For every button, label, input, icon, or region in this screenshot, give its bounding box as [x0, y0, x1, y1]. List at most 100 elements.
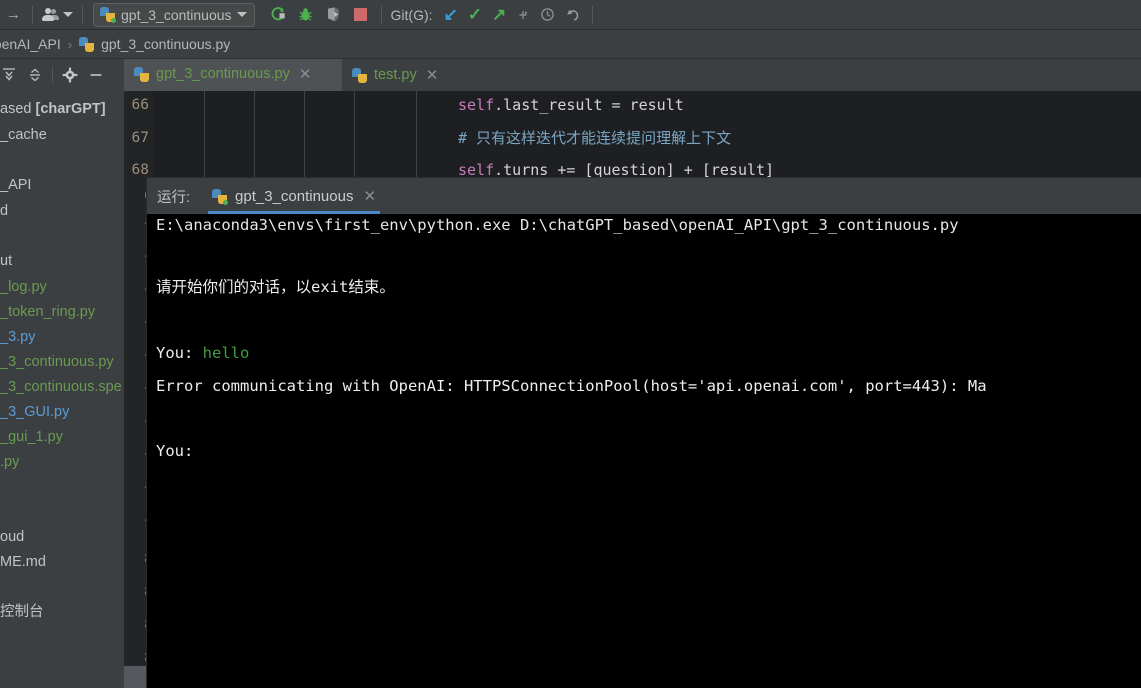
tree-item[interactable]: _API: [0, 173, 31, 198]
toolbar-divider-2: [82, 5, 83, 24]
tree-item-label: .py: [0, 454, 20, 470]
tree-item-label: ut: [0, 253, 13, 269]
sidebar-toolbar: [0, 59, 124, 92]
code-token: .turns += [question] + [result]: [494, 161, 775, 179]
run-configuration-selector[interactable]: gpt_3_continuous: [93, 2, 255, 27]
code-token: self: [458, 96, 495, 114]
tree-item[interactable]: _3_continuous.spe: [0, 375, 122, 400]
debug-bug-icon[interactable]: [297, 2, 314, 28]
code-line[interactable]: self.turns += [question] + [result]: [458, 160, 774, 180]
tree-item[interactable]: ME.md: [0, 550, 46, 575]
tree-item-label: _3_GUI.py: [0, 404, 70, 420]
code-line[interactable]: self.last_result = result: [458, 95, 684, 115]
breadcrumb: openAI_API › gpt_3_continuous.py: [0, 30, 1141, 59]
tree-item-label: _3.py: [0, 329, 36, 345]
close-icon[interactable]: ✕: [363, 187, 376, 205]
tree-item-label: 控制台: [0, 604, 44, 620]
console-text: You:: [156, 344, 203, 362]
run-tab[interactable]: gpt_3_continuous ✕: [208, 178, 381, 214]
code-token: .last_result = result: [494, 96, 684, 114]
editor-tab-gpt-3-continuous[interactable]: gpt_3_continuous.py ✕: [124, 59, 342, 91]
users-icon[interactable]: [40, 2, 75, 28]
tree-item[interactable]: d: [0, 199, 8, 224]
tree-item[interactable]: _cache: [0, 123, 47, 148]
code-token: self: [458, 161, 495, 179]
console-text: 结束。: [348, 278, 395, 296]
close-icon[interactable]: ✕: [299, 67, 312, 82]
python-file-icon: [352, 67, 367, 83]
console-line-error: Error communicating with OpenAI: HTTPSCo…: [156, 375, 987, 397]
breadcrumb-label-1: gpt_3_continuous.py: [101, 36, 231, 52]
tree-item-label: oud: [0, 529, 25, 545]
python-icon: [212, 188, 229, 205]
close-icon[interactable]: ✕: [426, 68, 439, 83]
stop-icon[interactable]: [353, 8, 367, 21]
tree-item[interactable]: _3.py: [0, 325, 35, 350]
python-file-icon: [134, 66, 149, 82]
run-with-coverage-icon[interactable]: [325, 2, 342, 28]
tree-item-label: _cache: [0, 127, 47, 143]
tree-item[interactable]: ased [charGPT]: [0, 97, 106, 122]
project-sidebar: ased [charGPT] _cache _APId ut _log.py _toke…: [0, 59, 125, 688]
python-icon: [100, 7, 116, 23]
expand-all-icon[interactable]: [22, 62, 48, 88]
run-panel-header: 运行: gpt_3_continuous ✕: [147, 178, 1141, 214]
tree-item-label: _API: [0, 177, 32, 193]
tree-item-label: ased [charGPT]: [0, 101, 106, 117]
breadcrumb-label-0: openAI_API: [0, 36, 61, 52]
tree-item[interactable]: oud: [0, 525, 24, 550]
console-line-you-hello: You: hello: [156, 342, 249, 364]
main-toolbar: → gpt_3_continuous Git(G): ↙ ✓ ↗: [0, 0, 1141, 30]
tree-item-label: d: [0, 203, 9, 219]
gutter-line-number: 67: [131, 130, 149, 146]
editor-tabbar: gpt_3_continuous.py ✕ test.py ✕: [124, 59, 1141, 91]
console-text: E:\anaconda3\envs\first_env\python.exe D…: [156, 216, 959, 234]
run-icon[interactable]: [269, 2, 286, 28]
update-project-icon[interactable]: ↙: [439, 2, 463, 28]
chevron-down-icon: [63, 12, 73, 17]
sidebar-divider: [52, 67, 53, 83]
settings-gear-icon[interactable]: [57, 62, 83, 88]
history-icon[interactable]: [535, 2, 560, 28]
tree-item-label: _3_continuous.py: [0, 354, 114, 370]
chevron-down-icon: [236, 12, 247, 17]
tree-item[interactable]: _gui_1.py: [0, 425, 63, 450]
editor-tab-label: gpt_3_continuous.py: [156, 66, 290, 82]
editor-tab-test[interactable]: test.py ✕: [342, 59, 446, 91]
tree-item[interactable]: 控制台: [0, 600, 44, 625]
push-icon[interactable]: ↗: [487, 2, 511, 28]
console-line-prompt-cn: 请开始你们的对话，以exit结束。: [156, 276, 395, 298]
ide-window: → gpt_3_continuous Git(G): ↙ ✓ ↗ enAI_AP…: [0, 0, 1141, 688]
python-file-icon: [79, 36, 95, 52]
git-menu-label[interactable]: Git(G):: [391, 7, 433, 23]
run-tab-label: gpt_3_continuous: [235, 187, 354, 205]
gutter-line-number: 66: [131, 97, 149, 113]
breadcrumb-item-folder[interactable]: openAI_API: [0, 36, 61, 52]
users-glyph: [42, 6, 60, 24]
toolbar-divider-1: [32, 5, 33, 24]
undo-icon[interactable]: [560, 2, 586, 28]
console-text: hello: [202, 344, 250, 362]
tree-item[interactable]: .py: [0, 450, 19, 475]
gutter-line-number: 68: [131, 162, 149, 178]
hide-panel-icon[interactable]: [83, 62, 109, 88]
console-text: 请开始你们的对话，以: [156, 278, 312, 296]
tree-item-label: ME.md: [0, 554, 46, 570]
run-console-output[interactable]: E:\anaconda3\envs\first_env\python.exe D…: [147, 214, 1141, 688]
tree-item[interactable]: _token_ring.py: [0, 300, 95, 325]
tree-item[interactable]: _3_continuous.py: [0, 350, 114, 375]
tree-item[interactable]: _3_GUI.py: [0, 400, 69, 425]
tree-item-label: _3_continuous.spe: [0, 379, 122, 395]
console-line-you-empty: You:: [156, 440, 203, 462]
tree-item[interactable]: _log.py: [0, 275, 47, 300]
rollback-icon[interactable]: [511, 2, 535, 28]
breadcrumb-item-file[interactable]: gpt_3_continuous.py: [79, 36, 230, 52]
editor-tab-label: test.py: [374, 67, 417, 83]
code-line[interactable]: # 只有这样迭代才能连续提问理解上下文: [458, 128, 731, 148]
navigate-forward-icon[interactable]: →: [2, 2, 25, 28]
tree-item[interactable]: ut: [0, 249, 12, 274]
collapse-all-icon[interactable]: [0, 62, 22, 88]
commit-icon[interactable]: ✓: [463, 2, 487, 28]
tree-item-label: _log.py: [0, 279, 47, 295]
toolbar-divider-3: [380, 5, 382, 24]
